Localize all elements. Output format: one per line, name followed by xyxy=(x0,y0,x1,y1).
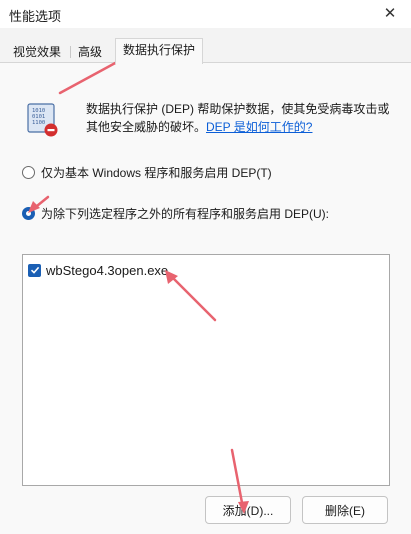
tab-dep[interactable]: 数据执行保护 xyxy=(115,38,203,64)
radio-button-checked[interactable] xyxy=(22,206,35,220)
dep-description-block: 数据执行保护 (DEP) 帮助保护数据，使其免受病毒攻击或其他安全威胁的破坏。D… xyxy=(86,100,396,136)
tab-advanced[interactable]: 高级 xyxy=(75,42,105,62)
close-button[interactable]: ✕ xyxy=(375,2,405,24)
checkmark-icon xyxy=(30,266,39,274)
program-list[interactable]: wbStego4.3open.exe xyxy=(22,254,390,486)
tab-visual-effects[interactable]: 视觉效果 xyxy=(9,42,65,62)
dep-shield-icon: 1010 0101 1100 xyxy=(27,103,58,137)
svg-text:1100: 1100 xyxy=(32,120,45,126)
tab-separator xyxy=(70,46,71,58)
radio-all-except[interactable]: 为除下列选定程序之外的所有程序和服务启用 DEP(U): xyxy=(22,204,329,222)
dep-help-link[interactable]: DEP 是如何工作的? xyxy=(206,120,312,134)
tab-strip: 视觉效果 高级 数据执行保护 xyxy=(0,38,411,64)
title-bar: 性能选项 ✕ xyxy=(0,0,411,28)
radio-essential-label: 仅为基本 Windows 程序和服务启用 DEP(T) xyxy=(41,165,272,180)
window-title: 性能选项 xyxy=(9,9,62,24)
radio-button-unchecked[interactable] xyxy=(22,165,35,179)
list-item[interactable]: wbStego4.3open.exe xyxy=(28,261,168,279)
remove-button[interactable]: 删除(E) xyxy=(302,496,388,524)
radio-all-except-label: 为除下列选定程序之外的所有程序和服务启用 DEP(U): xyxy=(41,206,330,221)
checkbox-checked[interactable] xyxy=(28,263,41,277)
close-icon: ✕ xyxy=(383,5,397,22)
program-name: wbStego4.3open.exe xyxy=(46,262,169,278)
radio-essential-only[interactable]: 仅为基本 Windows 程序和服务启用 DEP(T) xyxy=(22,163,272,181)
add-button[interactable]: 添加(D)... xyxy=(205,496,291,524)
